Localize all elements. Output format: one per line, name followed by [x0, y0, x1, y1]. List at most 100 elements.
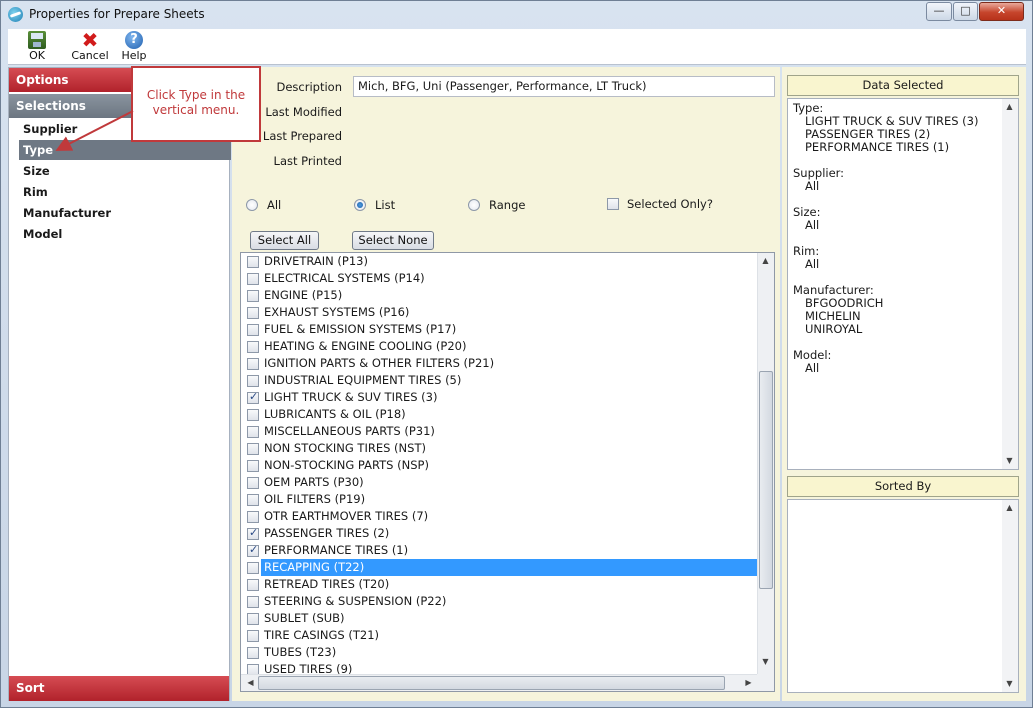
list-item-checkbox[interactable]	[247, 390, 259, 404]
nav-item-rim[interactable]: Rim	[19, 182, 231, 202]
list-item[interactable]: HEATING & ENGINE COOLING (P20)	[241, 338, 759, 355]
selected-only-checkbox[interactable]: Selected Only?	[607, 197, 713, 211]
list-item[interactable]: LIGHT TRUCK & SUV TIRES (3)	[241, 389, 759, 406]
help-button[interactable]: ? Help	[119, 31, 149, 62]
data-selected-group-title: Model:	[793, 348, 832, 362]
list-item[interactable]: ENGINE (P15)	[241, 287, 759, 304]
data-selected-group: Size: All	[793, 206, 978, 232]
select-none-button[interactable]: Select None	[352, 231, 434, 250]
list-item[interactable]: NON STOCKING TIRES (NST)	[241, 440, 759, 457]
list-item-label: NON STOCKING TIRES (NST)	[264, 441, 426, 455]
close-button[interactable]: ✕	[979, 2, 1024, 21]
list-item[interactable]: MISCELLANEOUS PARTS (P31)	[241, 423, 759, 440]
list-item-checkbox[interactable]	[247, 579, 259, 591]
list-item[interactable]: OTR EARTHMOVER TIRES (7)	[241, 508, 759, 525]
list-item[interactable]: OEM PARTS (P30)	[241, 474, 759, 491]
data-selected-scrollbar[interactable]: ▲ ▼	[1002, 99, 1018, 469]
selected-only-box	[607, 198, 619, 210]
list-item-checkbox[interactable]	[247, 341, 259, 353]
list-item-checkbox[interactable]	[247, 256, 259, 268]
scroll-up-icon[interactable]: ▲	[758, 256, 773, 265]
ds-scroll-down-icon[interactable]: ▼	[1002, 456, 1017, 465]
scroll-down-icon[interactable]: ▼	[758, 657, 773, 666]
callout-arrow-icon	[55, 110, 134, 151]
scroll-right-icon[interactable]: ▶	[741, 678, 756, 687]
list-item[interactable]: NON-STOCKING PARTS (NSP)	[241, 457, 759, 474]
list-item[interactable]: RETREAD TIRES (T20)	[241, 576, 759, 593]
horizontal-scrollbar[interactable]: ◀ ▶	[241, 674, 759, 691]
list-item-checkbox[interactable]	[247, 307, 259, 319]
minimize-button[interactable]: —	[926, 2, 952, 21]
type-list-rows: DRIVETRAIN (P13) ELECTRICAL SYSTEMS (P14)…	[241, 253, 759, 674]
list-item[interactable]: TUBES (T23)	[241, 644, 759, 661]
cancel-button[interactable]: ✖ Cancel	[68, 28, 112, 62]
radio-range[interactable]: Range	[468, 198, 525, 212]
list-item-checkbox[interactable]	[247, 290, 259, 302]
list-item-checkbox[interactable]	[247, 358, 259, 370]
sb-scroll-down-icon[interactable]: ▼	[1002, 679, 1017, 688]
list-item-checkbox[interactable]	[247, 664, 259, 674]
list-item[interactable]: LUBRICANTS & OIL (P18)	[241, 406, 759, 423]
help-icon: ?	[125, 31, 143, 49]
list-item-label: EXHAUST SYSTEMS (P16)	[264, 305, 410, 319]
list-item[interactable]: PERFORMANCE TIRES (1)	[241, 542, 759, 559]
list-item-checkbox[interactable]	[247, 562, 259, 574]
horizontal-scroll-thumb[interactable]	[258, 676, 725, 690]
type-listbox[interactable]: DRIVETRAIN (P13) ELECTRICAL SYSTEMS (P14)…	[240, 252, 775, 692]
description-input[interactable]: Mich, BFG, Uni (Passenger, Performance, …	[353, 76, 775, 97]
list-item-label: OTR EARTHMOVER TIRES (7)	[264, 509, 429, 523]
list-item-checkbox[interactable]	[247, 596, 259, 608]
list-item-checkbox[interactable]	[247, 460, 259, 472]
list-item-checkbox[interactable]	[247, 273, 259, 285]
radio-list[interactable]: List	[354, 198, 395, 212]
list-item-checkbox[interactable]	[247, 443, 259, 455]
list-item-label: SUBLET (SUB)	[264, 611, 345, 625]
ds-scroll-up-icon[interactable]: ▲	[1002, 102, 1017, 111]
select-all-button[interactable]: Select All	[250, 231, 319, 250]
vertical-scroll-thumb[interactable]	[759, 371, 773, 589]
list-item[interactable]: USED TIRES (9)	[241, 661, 759, 674]
list-item-checkbox[interactable]	[247, 409, 259, 421]
red-x-icon: ✖	[81, 28, 99, 52]
list-item-checkbox[interactable]	[247, 494, 259, 506]
list-item[interactable]: EXHAUST SYSTEMS (P16)	[241, 304, 759, 321]
list-item[interactable]: FUEL & EMISSION SYSTEMS (P17)	[241, 321, 759, 338]
list-item-checkbox[interactable]	[247, 477, 259, 489]
sorted-by-scrollbar[interactable]: ▲ ▼	[1002, 500, 1018, 692]
list-item[interactable]: INDUSTRIAL EQUIPMENT TIRES (5)	[241, 372, 759, 389]
list-item[interactable]: ELECTRICAL SYSTEMS (P14)	[241, 270, 759, 287]
list-item-checkbox[interactable]	[247, 647, 259, 659]
list-item-checkbox[interactable]	[247, 511, 259, 523]
list-item[interactable]: STEERING & SUSPENSION (P22)	[241, 593, 759, 610]
ok-button[interactable]: OK	[24, 31, 50, 62]
list-item[interactable]: RECAPPING (T22)	[241, 559, 759, 576]
data-selected-group: Model: All	[793, 349, 978, 375]
list-item-checkbox[interactable]	[247, 426, 259, 438]
vertical-scrollbar[interactable]: ▲ ▼	[757, 253, 774, 674]
nav-item-size[interactable]: Size	[19, 161, 231, 181]
list-item[interactable]: OIL FILTERS (P19)	[241, 491, 759, 508]
data-selected-group: Supplier: All	[793, 167, 978, 193]
data-selected-value: PERFORMANCE TIRES (1)	[805, 140, 950, 154]
data-selected-box: Type: LIGHT TRUCK & SUV TIRES (3) PASSENGE…	[787, 98, 1019, 470]
maximize-button[interactable]: □	[953, 2, 978, 21]
sb-scroll-up-icon[interactable]: ▲	[1002, 503, 1017, 512]
list-item[interactable]: IGNITION PARTS & OTHER FILTERS (P21)	[241, 355, 759, 372]
list-item[interactable]: DRIVETRAIN (P13)	[241, 253, 759, 270]
right-panel: Data Selected Type: LIGHT TRUCK & SUV TIR…	[782, 67, 1026, 701]
list-item-checkbox[interactable]	[247, 324, 259, 336]
list-item[interactable]: TIRE CASINGS (T21)	[241, 627, 759, 644]
list-item[interactable]: SUBLET (SUB)	[241, 610, 759, 627]
list-item[interactable]: PASSENGER TIRES (2)	[241, 525, 759, 542]
last-printed-label: Last Printed	[273, 154, 342, 168]
list-item-checkbox[interactable]	[247, 613, 259, 625]
radio-all[interactable]: All	[246, 198, 281, 212]
nav-item-manufacturer[interactable]: Manufacturer	[19, 203, 231, 223]
list-item-checkbox[interactable]	[247, 375, 259, 387]
list-item-checkbox[interactable]	[247, 526, 259, 540]
nav-sort[interactable]: Sort	[9, 676, 229, 701]
list-item-checkbox[interactable]	[247, 630, 259, 642]
nav-item-model[interactable]: Model	[19, 224, 231, 244]
scroll-left-icon[interactable]: ◀	[243, 678, 258, 687]
list-item-checkbox[interactable]	[247, 543, 259, 557]
